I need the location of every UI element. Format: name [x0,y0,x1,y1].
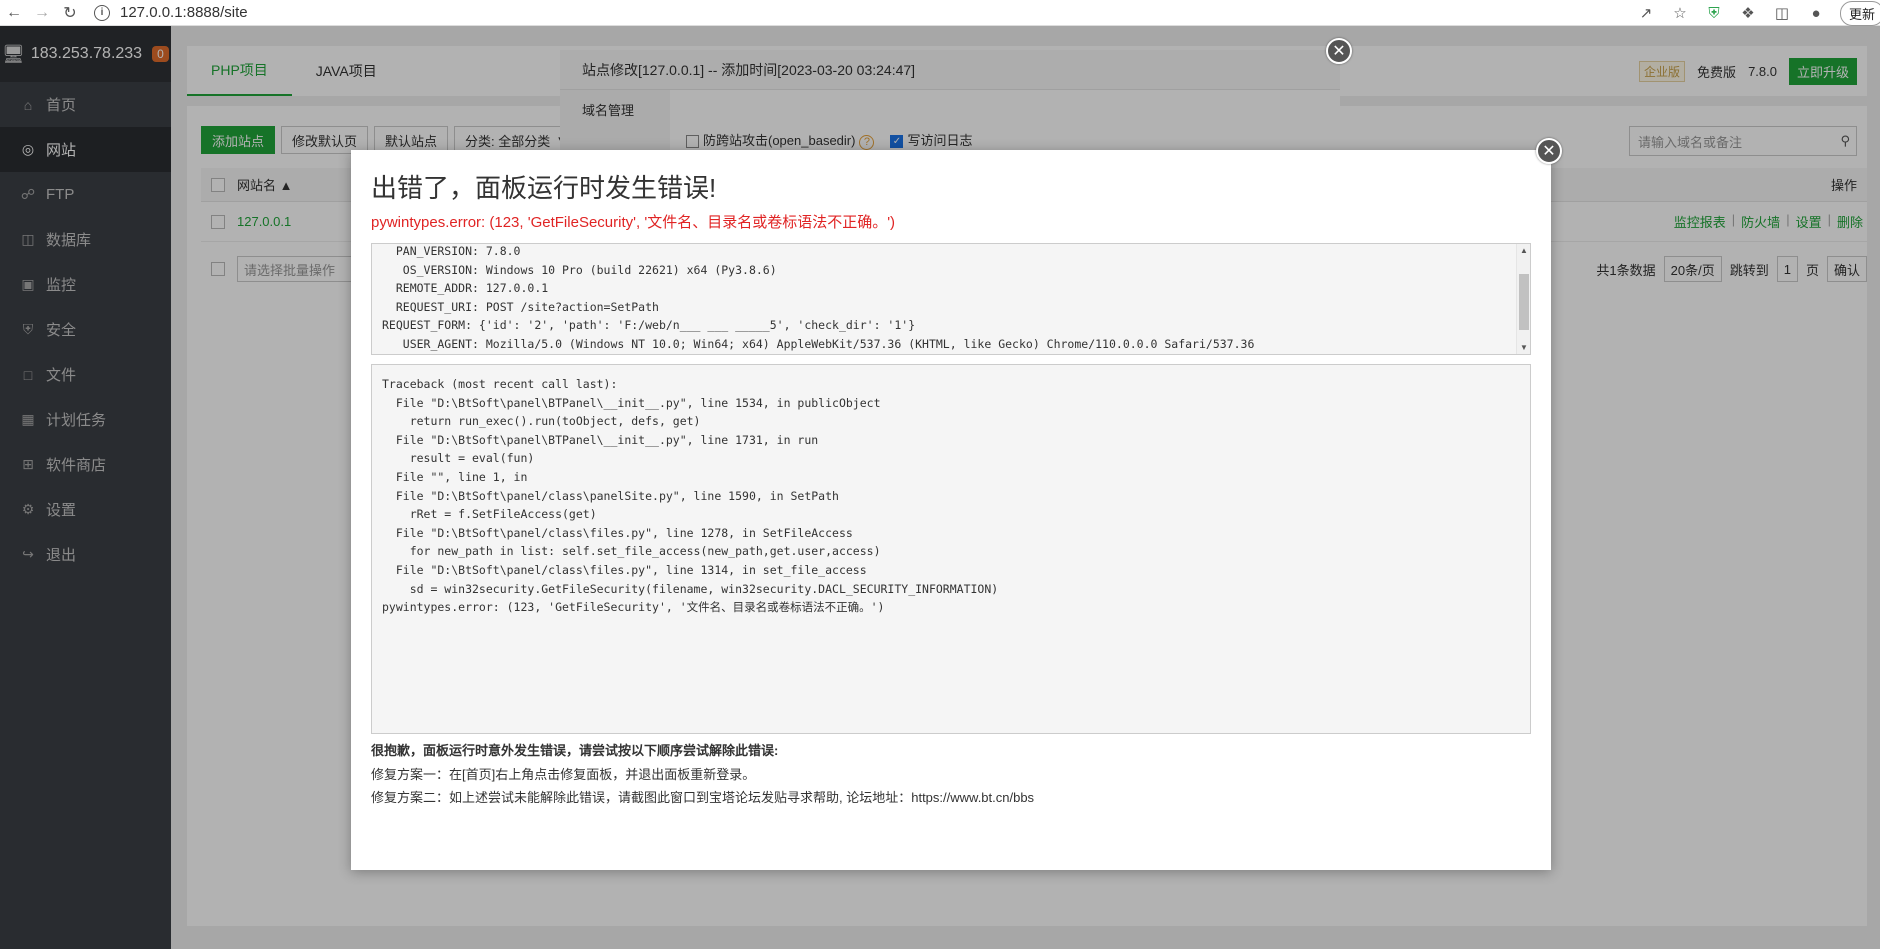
traceback-line: File "D:\BtSoft\panel\BTPanel\__init__.p… [382,432,819,447]
error-title: 出错了，面板运行时发生错误! [371,173,717,203]
traceback-line: sd = win32security.GetFileSecurity(filen… [382,581,999,596]
site-dialog-close-icon[interactable]: ✕ [1326,38,1352,64]
traceback-line: for new_path in list: self.set_file_acce… [382,544,881,559]
traceback-line: result = eval(fun) [382,451,535,466]
browser-actions: ↗ ☆ ⛨ ❖ ◫ ● 更新 [1636,0,1880,26]
fix-option-one: 修复方案一：在[首页]右上角点击修复面板，并退出面板重新登录。 [371,767,756,782]
share-icon[interactable]: ↗ [1636,3,1656,23]
env-line: REQUEST_FORM: {'id': '2', 'path': 'F:/we… [382,318,916,333]
traceback-line: return run_exec().run(toObject, defs, ge… [382,414,701,429]
fix-option-two: 修复方案二：如上述尝试未能解除此错误，请截图此窗口到宝塔论坛发贴寻求帮助, 论坛… [371,790,1035,805]
error-dialog-close-icon[interactable]: ✕ [1536,138,1562,164]
traceback-line: File "D:\BtSoft\panel/class\files.py", l… [382,562,867,577]
url-text[interactable]: 127.0.0.1:8888/site [120,4,248,21]
scroll-up-icon[interactable]: ▲ [1520,246,1528,255]
address-bar[interactable]: i 127.0.0.1:8888/site [94,4,248,21]
reload-icon[interactable]: ↻ [56,2,84,24]
traceback-line: File "", line 1, in [382,469,528,484]
scroll-thumb[interactable] [1519,274,1529,330]
puzzle-icon[interactable]: ❖ [1738,3,1758,23]
browser-toolbar: ← → ↻ i 127.0.0.1:8888/site ↗ ☆ ⛨ ❖ ◫ ● … [0,0,1880,26]
help-title: 很抱歉，面板运行时意外发生错误，请尝试按以下顺序尝试解除此错误: [371,743,779,758]
traceback-line: Traceback (most recent call last): [382,377,618,391]
error-dialog: 出错了，面板运行时发生错误! pywintypes.error: (123, '… [351,150,1551,870]
traceback-line: File "D:\BtSoft\panel\BTPanel\__init__.p… [382,395,881,410]
sidepanel-icon[interactable]: ◫ [1772,3,1792,23]
traceback-line: pywintypes.error: (123, 'GetFileSecurity… [382,600,885,615]
env-line: OS_VERSION: Windows 10 Pro (build 22621)… [382,262,777,277]
traceback-line: rRet = f.SetFileAccess(get) [382,507,597,522]
env-line: REQUEST_URI: POST /site?action=SetPath [382,299,659,314]
environment-info-box[interactable]: PAN_VERSION: 7.8.0 OS_VERSION: Windows 1… [371,243,1531,355]
environment-info: PAN_VERSION: 7.8.0 OS_VERSION: Windows 1… [372,244,1530,354]
traceback-box[interactable]: Traceback (most recent call last): File … [371,364,1531,734]
update-button[interactable]: 更新 [1839,0,1880,26]
traceback-line: File "D:\BtSoft\panel/class\panelSite.py… [382,488,839,503]
env-line: PAN_VERSION: 7.8.0 [382,244,521,258]
env-scrollbar[interactable]: ▲ ▼ [1516,244,1530,354]
star-icon[interactable]: ☆ [1670,3,1690,23]
env-line: USER_AGENT: Mozilla/5.0 (Windows NT 10.0… [382,336,1255,351]
info-icon[interactable]: i [94,4,110,21]
profile-icon[interactable]: ● [1806,3,1826,23]
forward-icon[interactable]: → [28,2,56,24]
env-line: REMOTE_ADDR: 127.0.0.1 [382,281,549,296]
back-icon[interactable]: ← [0,2,28,24]
traceback-line: File "D:\BtSoft\panel/class\files.py", l… [382,525,853,540]
scroll-down-icon[interactable]: ▼ [1520,343,1528,352]
error-subtitle: pywintypes.error: (123, 'GetFileSecurity… [371,214,896,231]
shield-extension-icon[interactable]: ⛨ [1704,3,1724,23]
traceback-text: Traceback (most recent call last): File … [382,375,1520,617]
